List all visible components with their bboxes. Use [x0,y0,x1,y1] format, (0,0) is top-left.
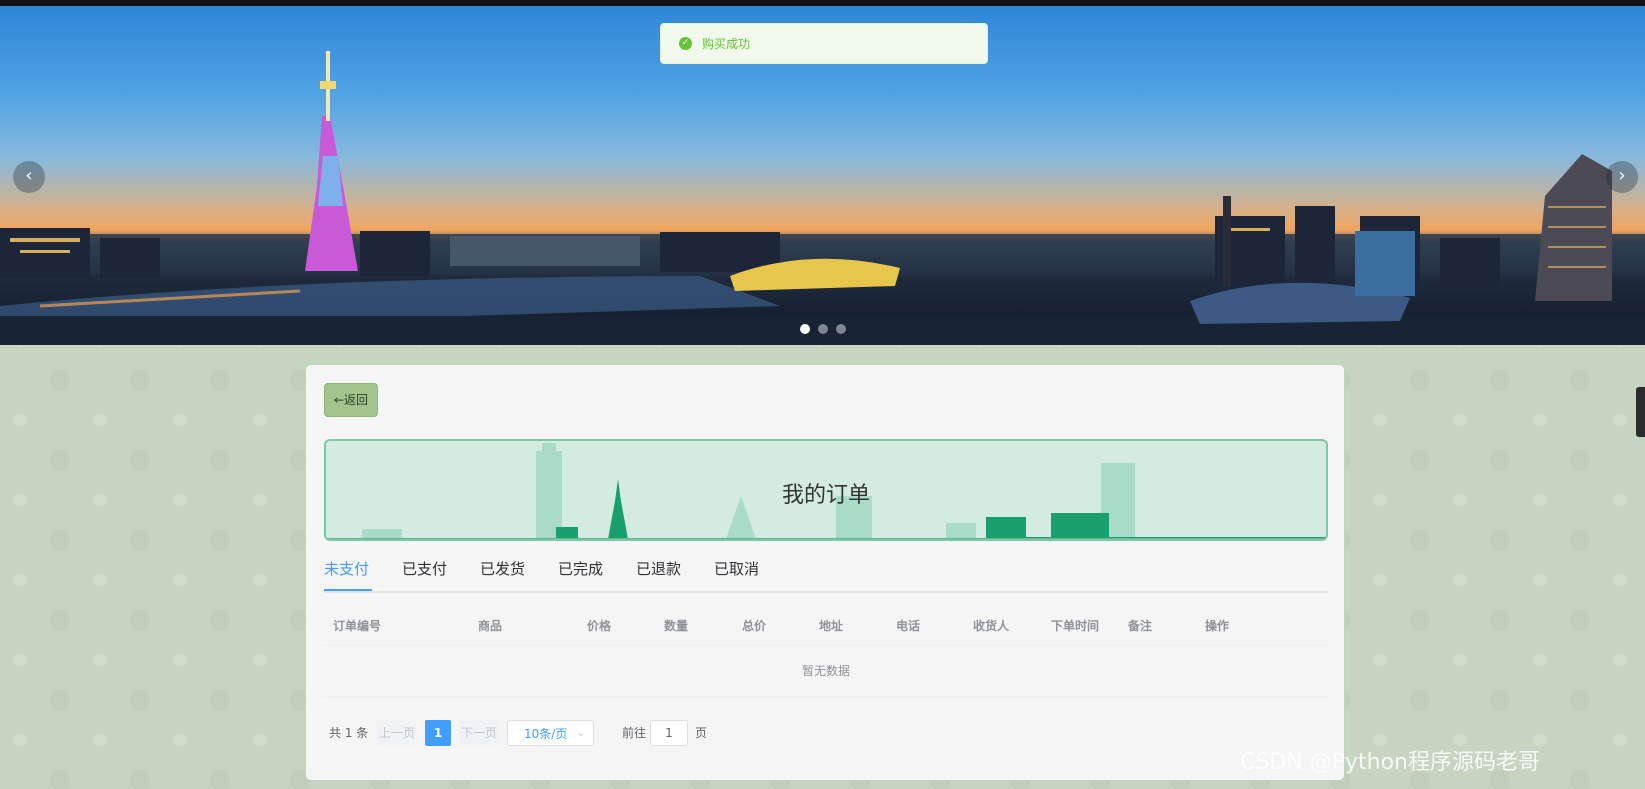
tab-paid[interactable]: 已支付 [402,558,447,579]
success-toast: ✓ 购买成功 [660,23,988,64]
toast-message: 购买成功 [702,37,751,51]
carousel-dot[interactable] [836,324,846,334]
column-header: 价格 [587,619,612,633]
tab-completed[interactable]: 已完成 [558,558,603,579]
tab-refunded[interactable]: 已退款 [636,558,681,579]
watermark: CSDN @Python程序源码老哥 [1240,750,1540,775]
tab-cancelled[interactable]: 已取消 [714,558,759,579]
page-number-button[interactable]: 1 [425,720,451,746]
next-page-button[interactable]: 下一页 [459,720,499,746]
table-header: 订单编号 商品 价格 数量 总价 地址 电话 收货人 下单时间 备注 操作 [324,605,1328,646]
carousel-prev-button[interactable]: ‹ [13,161,45,193]
active-tab-indicator [324,589,372,591]
column-header: 订单编号 [333,619,382,633]
orders-card: ←返回 我的订单 未支付 已支付 已发货 已完成 已退款 已取消 订单编号 商品… [305,364,1345,781]
column-header: 电话 [896,619,921,633]
column-header: 收货人 [973,619,1010,633]
column-header: 下单时间 [1051,619,1100,633]
carousel-next-button[interactable]: › [1606,161,1638,193]
carousel-indicators [800,324,846,334]
page-title: 我的订单 [781,483,870,508]
order-status-tabs: 未支付 已支付 已发货 已完成 已退款 已取消 [324,558,1328,593]
side-drawer-handle[interactable] [1636,387,1645,437]
page-size-value: 10条/页 [524,727,568,741]
tab-unpaid[interactable]: 未支付 [324,558,369,579]
column-header: 商品 [478,619,503,633]
chevron-down-icon: ⌄ [576,728,585,739]
column-header: 备注 [1128,619,1153,633]
carousel-dot[interactable] [800,324,810,334]
column-header: 数量 [664,619,689,633]
column-header: 地址 [819,619,844,633]
page-suffix: 页 [695,726,708,740]
title-banner: 我的订单 [324,439,1328,541]
check-circle-icon: ✓ [679,37,692,50]
prev-page-button[interactable]: 上一页 [377,720,417,746]
back-button[interactable]: ←返回 [324,383,378,417]
page-size-select[interactable]: 10条/页 ⌄ [507,720,594,746]
goto-label: 前往 [622,726,647,740]
pagination-total: 共 1 条 [329,726,369,740]
empty-table-message: 暂无数据 [324,646,1328,697]
carousel-dot[interactable] [818,324,828,334]
column-header: 总价 [742,619,767,633]
column-header: 操作 [1205,619,1230,633]
goto-page-input[interactable] [650,720,688,746]
tab-shipped[interactable]: 已发货 [480,558,525,579]
